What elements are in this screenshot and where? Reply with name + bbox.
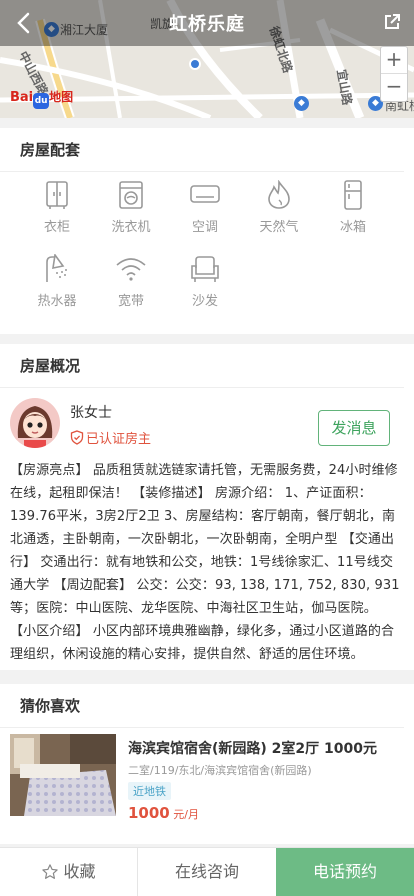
- amenities-title: 房屋配套: [0, 128, 404, 172]
- listing-price-unit: 元/月: [169, 808, 199, 821]
- baidu-map-logo: Bai du 地图: [10, 88, 73, 109]
- zoom-in-button[interactable]: +: [381, 47, 407, 74]
- amenity-sofa: 沙发: [168, 254, 242, 309]
- listing-tag: 近地铁: [128, 782, 171, 800]
- zoom-out-button[interactable]: −: [381, 74, 407, 101]
- listing-price-value: 1000: [128, 804, 170, 822]
- map-view[interactable]: ◆ 湘江大厦 凯旋 中山西路 徐虹北路 宜山路 ◆ ◆ 南虹桥 虹桥乐庭 + −…: [0, 0, 414, 118]
- washing-machine-icon: [119, 181, 143, 209]
- online-consult-button[interactable]: 在线咨询: [138, 848, 276, 896]
- bottom-action-bar: 收藏 在线咨询 电话预约: [0, 847, 414, 896]
- share-icon[interactable]: [382, 12, 402, 32]
- map-zoom-control: + −: [380, 46, 408, 102]
- favorite-label: 收藏: [63, 862, 96, 881]
- send-message-button[interactable]: 发消息: [318, 410, 390, 446]
- shield-check-icon: [70, 430, 84, 445]
- page: ◆ 湘江大厦 凯旋 中山西路 徐虹北路 宜山路 ◆ ◆ 南虹桥 虹桥乐庭 + −…: [0, 0, 414, 896]
- map-poi-icon: ◆: [294, 96, 309, 111]
- flame-icon: [268, 180, 290, 209]
- shower-icon: [46, 254, 67, 282]
- amenity-label: 洗衣机: [111, 220, 151, 235]
- wifi-icon: [116, 258, 146, 281]
- star-icon: [42, 864, 59, 879]
- back-arrow-icon[interactable]: [14, 11, 34, 35]
- recommend-title: 猜你喜欢: [0, 684, 404, 728]
- amenity-air-conditioner: 空调: [168, 180, 242, 235]
- amenity-washing-machine: 洗衣机: [94, 180, 168, 235]
- amenity-label: 空调: [191, 220, 218, 235]
- top-bar: 虹桥乐庭: [0, 0, 414, 46]
- verified-label: 已认证房主: [86, 432, 152, 447]
- air-conditioner-icon: [190, 185, 220, 203]
- amenity-label: 热水器: [37, 294, 77, 309]
- listing-price: 1000 元/月: [128, 804, 199, 822]
- sofa-icon: [191, 256, 219, 282]
- amenity-broadband: 宽带: [94, 254, 168, 309]
- amenity-fridge: 冰箱: [316, 180, 390, 235]
- listing-photo: [10, 734, 116, 816]
- amenity-label: 衣柜: [43, 220, 70, 235]
- verified-badge: 已认证房主: [70, 428, 151, 447]
- amenity-gas: 天然气: [242, 180, 316, 235]
- favorite-button[interactable]: 收藏: [0, 848, 138, 896]
- overview-title: 房屋概况: [0, 344, 404, 388]
- amenity-label: 沙发: [191, 294, 218, 309]
- avatar: [10, 398, 60, 448]
- fridge-icon: [344, 180, 362, 210]
- house-description: 【房源亮点】 品质租赁就选链家请托管，无需服务费，24小时维修在线，起租即保洁！…: [10, 463, 400, 662]
- avatar-icon: [10, 398, 60, 448]
- wardrobe-icon: [46, 181, 68, 209]
- amenity-wardrobe: 衣柜: [20, 180, 94, 235]
- phone-appointment-button[interactable]: 电话预约: [276, 848, 414, 896]
- page-title: 虹桥乐庭: [169, 14, 245, 35]
- amenity-label: 冰箱: [339, 220, 366, 235]
- listing-title: 海滨宾馆宿舍(新园路) 2室2厅 1000元: [128, 741, 377, 757]
- baidu-paw-icon: du: [33, 93, 50, 109]
- amenities-section: 房屋配套 衣柜 洗衣机 空调 天然气 冰箱 热水器 宽带 沙发: [0, 128, 414, 334]
- recommend-listing-card[interactable]: 海滨宾馆宿舍(新园路) 2室2厅 1000元 二室/119/东北/海滨宾馆宿舍(…: [10, 734, 404, 824]
- amenity-label: 天然气: [259, 220, 299, 235]
- amenity-label: 宽带: [117, 294, 144, 309]
- amenity-water-heater: 热水器: [20, 254, 94, 309]
- listing-photo-image: [10, 734, 116, 816]
- listing-subtitle: 二室/119/东北/海滨宾馆宿舍(新园路): [128, 764, 312, 777]
- host-name: 张女士: [70, 405, 112, 421]
